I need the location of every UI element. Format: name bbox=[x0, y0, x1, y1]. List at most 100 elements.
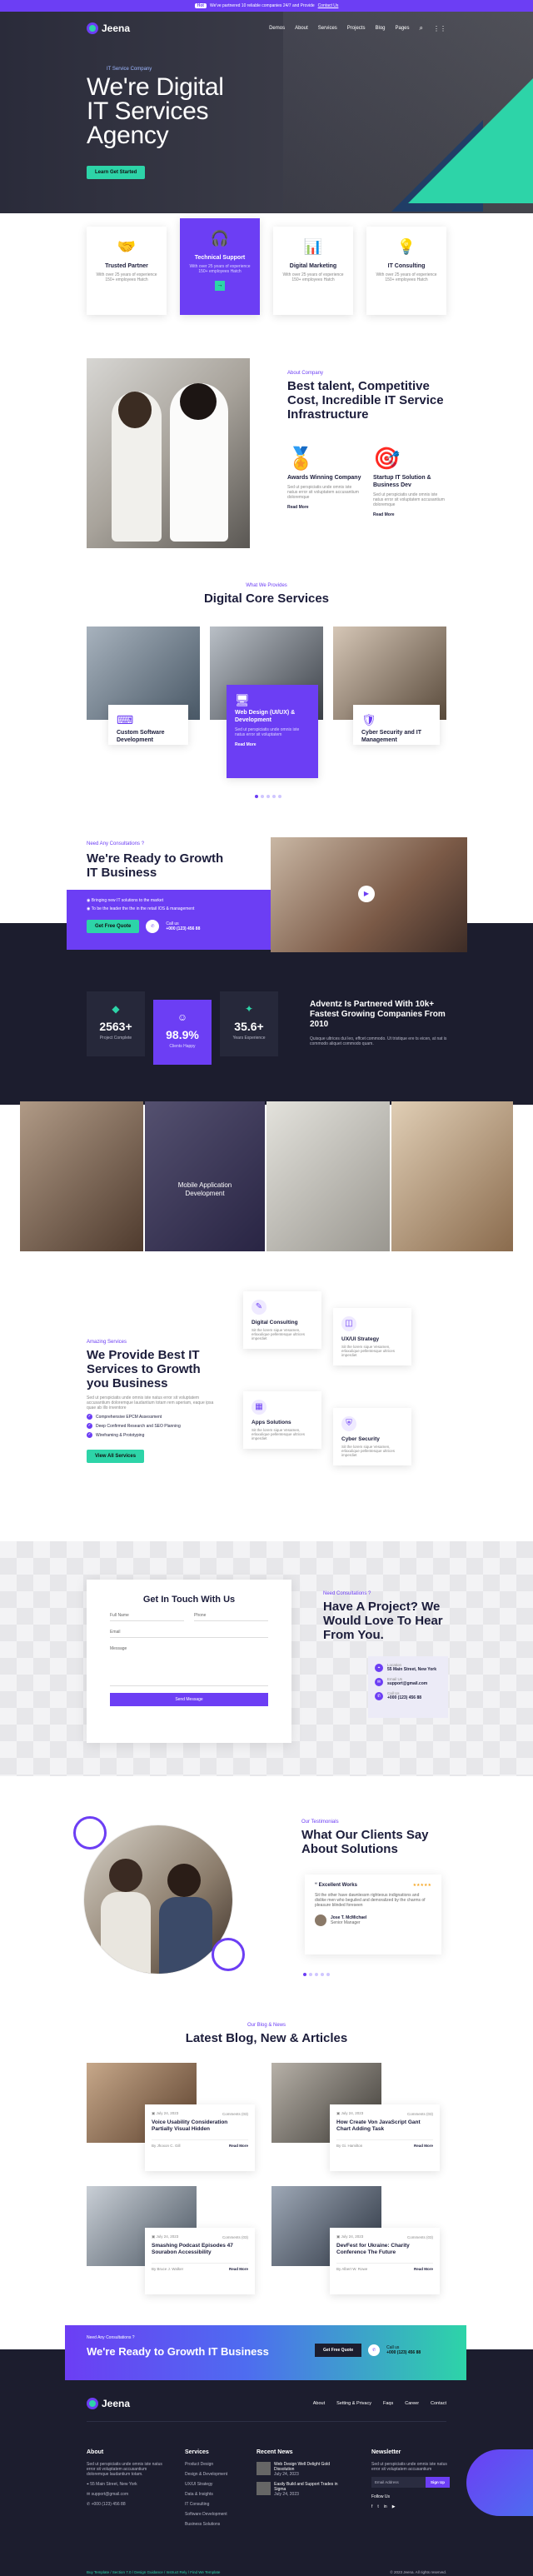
contact-value[interactable]: +000 (123) 456 88 bbox=[387, 1695, 421, 1700]
search-icon[interactable]: ⌕ bbox=[420, 24, 423, 32]
feature-card-active[interactable]: 🎧 Technical Support With over 25 years o… bbox=[180, 218, 260, 315]
read-more-link[interactable]: Read More bbox=[373, 512, 448, 517]
news-title: Web Design Well Delight Gold Dissolution bbox=[274, 2462, 331, 2472]
footer-service-link[interactable]: Data & Insights bbox=[185, 2492, 252, 2497]
play-video-icon[interactable]: ▶ bbox=[358, 886, 375, 902]
experience-icon: ✦ bbox=[244, 1003, 254, 1015]
footer-service-link[interactable]: UX/UI Strategy bbox=[185, 2482, 252, 2487]
gallery-image[interactable] bbox=[266, 1101, 390, 1251]
blog-date: July 24, 2023 bbox=[341, 2111, 364, 2115]
footer-link[interactable]: Setting & Privacy bbox=[336, 2401, 371, 2406]
person-shape bbox=[159, 1897, 212, 1974]
decor-shape bbox=[466, 2449, 533, 2516]
footer-link[interactable]: Contact bbox=[431, 2401, 446, 2406]
footer-link[interactable]: Career bbox=[405, 2401, 419, 2406]
footer-service-link[interactable]: Product Design bbox=[185, 2462, 252, 2467]
phone-field[interactable]: Phone bbox=[194, 1613, 268, 1621]
cta-quote-button[interactable]: Get Free Quote bbox=[315, 2344, 362, 2357]
blog-post-title[interactable]: Voice Usability Consideration Partially … bbox=[152, 2119, 248, 2133]
footer-bottom-links[interactable]: Buy Template / Section 7.0 / Design Guid… bbox=[87, 2570, 220, 2574]
sign-up-button[interactable]: Sign Up bbox=[426, 2477, 450, 2488]
call-phone[interactable]: +000 (123) 456 88 bbox=[166, 926, 200, 931]
date-icon: ▣ July 24, 2023 bbox=[152, 2111, 179, 2115]
footer-phone[interactable]: ✆ +000 (123) 456 88 bbox=[87, 2502, 170, 2507]
blog-comments: Comments (03) bbox=[222, 2234, 248, 2239]
view-all-services-button[interactable]: View All Services bbox=[87, 1450, 145, 1463]
footer-logo[interactable]: Jeena bbox=[87, 2398, 130, 2409]
service-box[interactable]: ⛨ Cyber Security Sit the lorem sique Vesam… bbox=[333, 1408, 411, 1465]
read-more-link[interactable]: Read More bbox=[229, 2144, 248, 2148]
email-field[interactable]: Email bbox=[110, 1630, 268, 1638]
feature-card[interactable]: 🤝 Trusted Partner With over 25 years of … bbox=[87, 227, 167, 315]
grid-menu-icon[interactable]: ⋮⋮ bbox=[433, 25, 446, 32]
blog-post-title[interactable]: DevFest for Ukraine: Charity Conference … bbox=[336, 2243, 433, 2256]
read-more-link[interactable]: Read More bbox=[235, 742, 310, 747]
service-box[interactable]: ◫ UX/UI Strategy Sit the lorem sique Vesam… bbox=[333, 1308, 411, 1365]
service-card-active[interactable]: 🖥 Web Design (UI/UX) & Development Sed u… bbox=[227, 685, 318, 778]
web-design-icon: 🖥 bbox=[235, 693, 250, 706]
footer-service-link[interactable]: Software Development bbox=[185, 2512, 252, 2517]
service-card[interactable]: 🛡 Cyber Security and IT Management bbox=[353, 705, 440, 745]
footer-service-link[interactable]: Business Solutions bbox=[185, 2522, 252, 2527]
blog-post-title[interactable]: Smashing Podcast Episodes 47 Sourabon Ac… bbox=[152, 2243, 248, 2256]
nav-item-services[interactable]: Services bbox=[318, 26, 337, 31]
blog-comments: Comments (03) bbox=[406, 2111, 433, 2116]
software-icon: ⌨ bbox=[117, 713, 134, 726]
service-card[interactable]: ⌨ Custom Software Development bbox=[108, 705, 188, 745]
newsletter-email-input[interactable]: Email Address bbox=[371, 2477, 426, 2488]
news-item[interactable]: Easily Build and Support Trades in Sigma… bbox=[257, 2482, 340, 2497]
brand-logo[interactable]: Jeena bbox=[87, 22, 130, 34]
about-feature: 🎯 Startup IT Solution & Business Dev Sed… bbox=[373, 446, 448, 517]
feature-card[interactable]: 📊 Digital Marketing With over 25 years o… bbox=[273, 227, 353, 315]
facebook-icon[interactable]: f bbox=[371, 2504, 372, 2509]
nav-item-pages[interactable]: Pages bbox=[396, 26, 410, 31]
nav-item-blog[interactable]: Blog bbox=[375, 26, 385, 31]
gallery-image[interactable] bbox=[391, 1101, 513, 1251]
blog-post[interactable]: ▣ July 24, 2023 Comments (03) Voice Usabi… bbox=[87, 2063, 255, 2171]
project-icon: ◆ bbox=[112, 1003, 120, 1015]
read-more-link[interactable]: Read More bbox=[414, 2267, 433, 2271]
footer-link[interactable]: Faqs bbox=[383, 2401, 393, 2406]
gallery-image[interactable] bbox=[20, 1101, 143, 1251]
service-box[interactable]: ▦ Apps Solutions Sit the lorem sique Vesam… bbox=[243, 1391, 321, 1449]
read-more-link[interactable]: Read More bbox=[287, 505, 362, 510]
free-quote-button[interactable]: Get Free Quote bbox=[87, 920, 140, 933]
testimonial-dots[interactable] bbox=[303, 1973, 330, 1976]
award-icon: 🏅 bbox=[287, 446, 315, 471]
check-icon: ✓ bbox=[87, 1423, 92, 1429]
testimonial-title: What Our Clients Say About Solutions bbox=[301, 1828, 429, 1856]
cta-phone[interactable]: +000 (123) 456 88 bbox=[386, 2350, 421, 2355]
news-item[interactable]: Web Design Well Delight Gold Dissolution… bbox=[257, 2462, 340, 2477]
service-box[interactable]: ✎ Digital Consulting Sit the lorem sique V… bbox=[243, 1291, 321, 1349]
footer-service-link[interactable]: IT Consulting bbox=[185, 2502, 252, 2507]
full-name-field[interactable]: Full Name bbox=[110, 1613, 184, 1621]
get-started-button[interactable]: Learn Get Started bbox=[87, 166, 146, 179]
arrow-icon[interactable]: → bbox=[215, 281, 225, 291]
nav-item-demos[interactable]: Demos bbox=[269, 26, 285, 31]
carousel-dots[interactable] bbox=[255, 795, 281, 798]
read-more-link[interactable]: Read More bbox=[414, 2144, 433, 2148]
blog-post[interactable]: ▣ July 24, 2023 Comments (03) DevFest for… bbox=[271, 2186, 440, 2294]
linkedin-icon[interactable]: in bbox=[384, 2504, 387, 2509]
message-field[interactable]: Message bbox=[110, 1646, 268, 1686]
footer-email[interactable]: ✉ support@gmail.com bbox=[87, 2492, 170, 2497]
read-more-link[interactable]: Read More bbox=[229, 2267, 248, 2271]
blog-post[interactable]: ▣ July 24, 2023 Comments (03) How Create … bbox=[271, 2063, 440, 2171]
author-role: Senior Manager bbox=[331, 1920, 361, 1925]
footer-link[interactable]: About bbox=[313, 2401, 325, 2406]
nav-item-projects[interactable]: Projects bbox=[347, 26, 366, 31]
security-icon: 🛡 bbox=[361, 713, 376, 726]
nav-item-about[interactable]: About bbox=[295, 26, 308, 31]
youtube-icon[interactable]: ▶ bbox=[392, 2504, 396, 2509]
gallery-image[interactable]: Mobile Application Development bbox=[145, 1101, 265, 1251]
blog-post-title[interactable]: How Create Von JavaScript Gant Chart Add… bbox=[336, 2119, 433, 2133]
contact-value[interactable]: support@gmail.com bbox=[387, 1681, 427, 1686]
send-message-button[interactable]: Send Message bbox=[110, 1693, 268, 1706]
address-text: 55 Main Street, New York bbox=[90, 2482, 137, 2487]
logo-icon bbox=[87, 2398, 98, 2409]
blog-post[interactable]: ▣ July 24, 2023 Comments (03) Smashing Po… bbox=[87, 2186, 255, 2294]
twitter-icon[interactable]: t bbox=[377, 2504, 378, 2509]
contact-link[interactable]: Contact Us bbox=[318, 3, 339, 8]
footer-service-link[interactable]: Design & Development bbox=[185, 2472, 252, 2477]
feature-card[interactable]: 💡 IT Consulting With over 25 years of ex… bbox=[366, 227, 446, 315]
